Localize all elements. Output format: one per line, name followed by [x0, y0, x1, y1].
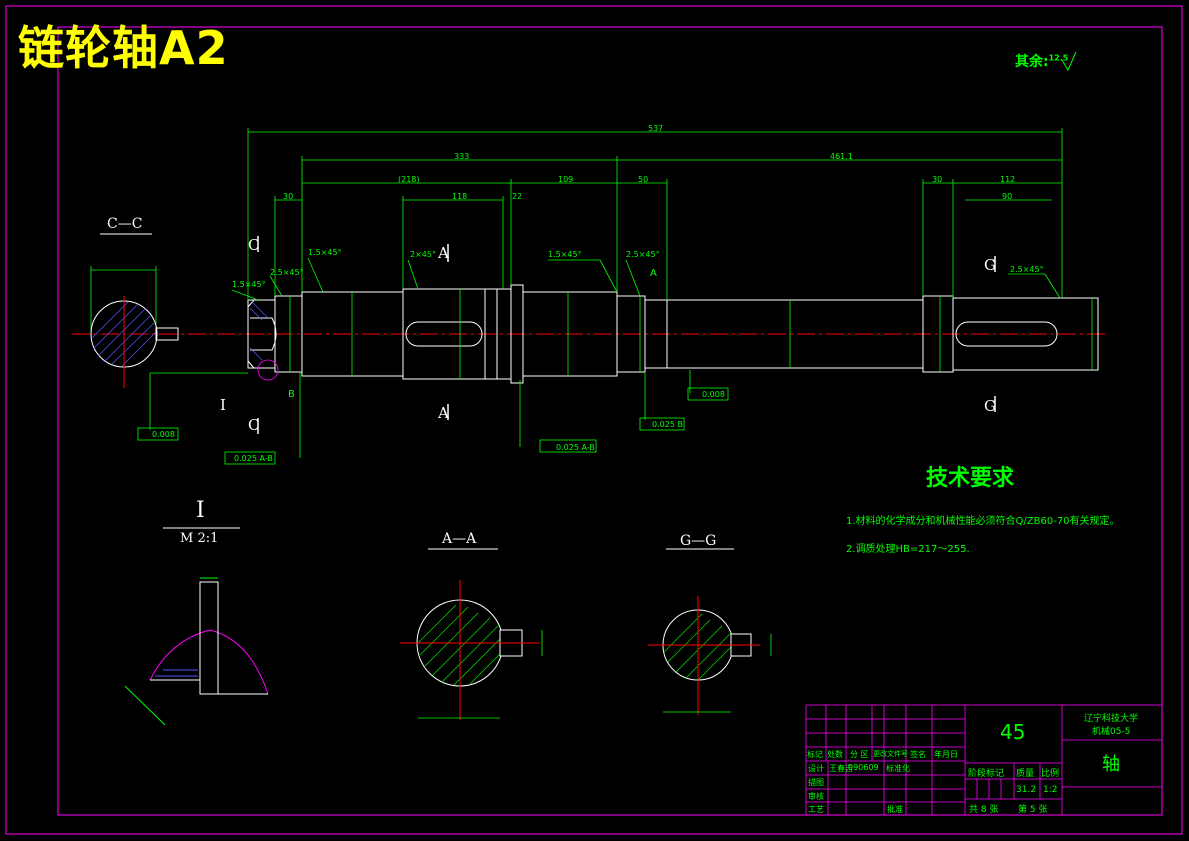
- header-change-doc: 更改文件号: [873, 750, 908, 758]
- tolerance-5: 0.008: [702, 390, 725, 399]
- dim-112: 112: [1000, 175, 1016, 184]
- dim-118: 118: [452, 192, 468, 201]
- row-review: 审核: [808, 792, 824, 801]
- dim-50: 50: [638, 175, 649, 184]
- roughness-note: 其余:12.5: [1015, 51, 1068, 71]
- tolerance-2: 0.025 A-B: [234, 454, 273, 463]
- dim-22: 22: [512, 192, 523, 201]
- chamfer-e: 1.5×45°: [548, 250, 582, 259]
- inner-frame: [57, 26, 1163, 816]
- class-name: 机械05-5: [1092, 727, 1131, 737]
- header-zone: 分 区: [850, 750, 869, 759]
- design-date: 090609: [848, 763, 879, 772]
- header-date: 年月日: [934, 750, 958, 759]
- cut-letter-c-bottom: C: [248, 416, 260, 434]
- tolerance-1: 0.025 A-B: [556, 443, 595, 452]
- cut-letter-a-top: A: [438, 244, 449, 262]
- mass-value: 31.2: [1016, 785, 1037, 795]
- scale-value: 1:2: [1043, 785, 1058, 795]
- chamfer-d: 2×45°: [410, 250, 436, 259]
- tolerance-frames: [137, 387, 729, 465]
- tech-requirement-2: 2.调质处理HB=217～255.: [846, 544, 970, 555]
- roughness-value: 12.5: [1048, 53, 1069, 63]
- cut-letter-a-bottom: A: [438, 404, 449, 422]
- scale-label: 比例: [1041, 769, 1060, 779]
- detail-i-view: [124, 577, 269, 726]
- cut-letter-g-top: G: [984, 256, 996, 274]
- tolerance-3: 0.008: [152, 430, 175, 439]
- chamfer-a: 1.5×45°: [232, 280, 266, 289]
- sheets-total: 共 8 张: [969, 805, 999, 815]
- cut-markers: [257, 236, 996, 434]
- chamfer-c: 1.5×45°: [308, 248, 342, 257]
- header-sign: 签名: [910, 750, 926, 759]
- row-draw: 描图: [808, 778, 824, 787]
- drawing-sheet: [5, 5, 1183, 835]
- dim-overall: 537: [648, 124, 664, 133]
- section-cc: [90, 296, 179, 388]
- dim-30-left: 30: [283, 192, 294, 201]
- row-process: 工艺: [808, 805, 824, 814]
- end-detail: [249, 301, 269, 361]
- part-name: 轴: [1102, 754, 1120, 775]
- material: 45: [1000, 720, 1026, 744]
- cut-letter-c-top: C: [248, 236, 260, 254]
- detail-letter-i: I: [220, 396, 226, 414]
- dim-90: 90: [1002, 192, 1013, 201]
- roughness-label: 其余:: [1015, 54, 1049, 70]
- standardize-label: 标准化: [886, 764, 910, 773]
- cut-letter-g-bottom: G: [984, 397, 996, 415]
- tech-requirements-heading: 技术要求: [926, 466, 1015, 491]
- dim-109: 109: [558, 175, 574, 184]
- tolerance-4: 0.025 B: [652, 420, 683, 429]
- mass-label: 质量: [1016, 769, 1035, 779]
- school-name: 辽宁科技大学: [1084, 714, 1139, 724]
- chamfer-f: 2.5×45°: [626, 250, 660, 259]
- tech-requirement-1: 1.材料的化学成分和机械性能必须符合Q/ZB60-70有关规定。: [846, 516, 1120, 527]
- view-label-detail-scale: M 2:1: [180, 531, 219, 546]
- outer-frame: [5, 5, 1183, 835]
- approve-label: 批准: [887, 805, 903, 814]
- dim-30-right: 30: [932, 175, 943, 184]
- datum-b: B: [288, 389, 295, 400]
- sheet-number: 第 5 张: [1018, 805, 1048, 815]
- view-label-cc: C—C: [107, 216, 143, 232]
- dim-right-group: 461.1: [830, 152, 853, 161]
- dim-left-group: 333: [454, 152, 470, 161]
- chamfer-b: 2.5×45°: [270, 268, 304, 277]
- drawing-title: 链轮轴A2: [18, 21, 229, 75]
- section-aa: [400, 580, 543, 720]
- row-design: 设计: [808, 764, 824, 773]
- view-label-detail-i: I: [196, 498, 205, 523]
- datum-a: A: [650, 268, 657, 279]
- header-count: 处数: [827, 750, 843, 759]
- section-gg: [648, 596, 772, 715]
- chamfer-g: 2.5×45°: [1010, 265, 1044, 274]
- header-mark: 标记: [807, 750, 823, 759]
- view-label-gg: G—G: [680, 533, 717, 549]
- view-label-aa: A—A: [442, 531, 477, 547]
- stage-label: 阶段标记: [968, 769, 1005, 779]
- dim-218: (218): [398, 175, 420, 184]
